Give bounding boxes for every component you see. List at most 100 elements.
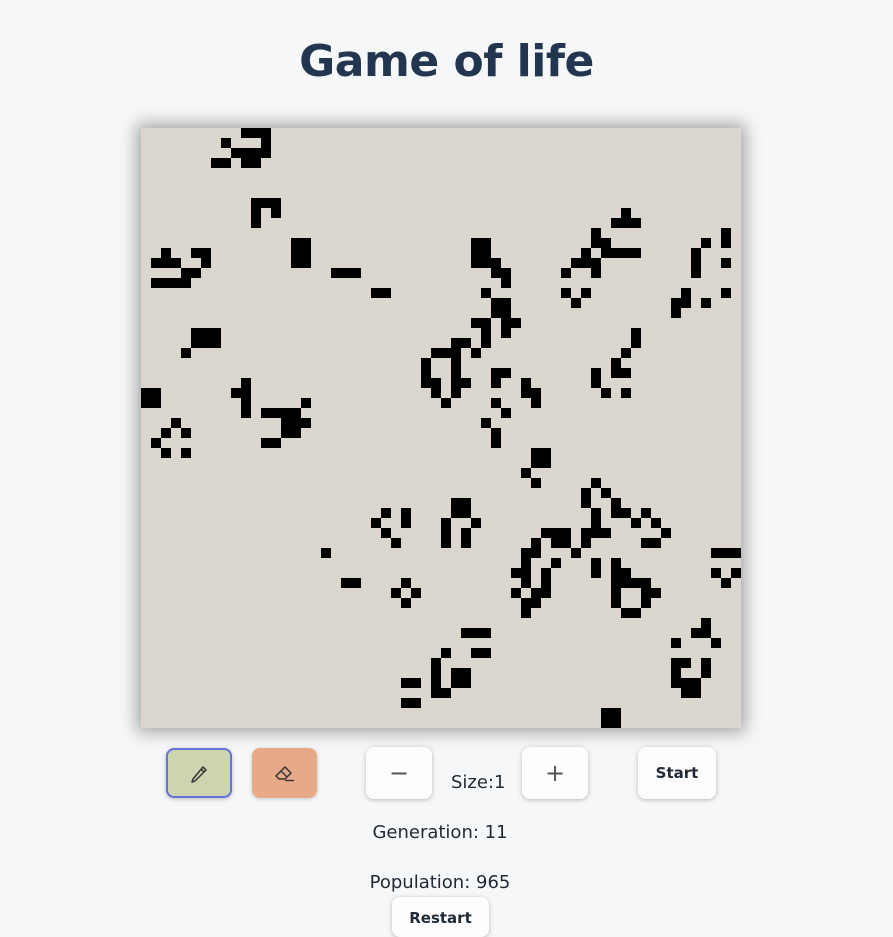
live-cell[interactable] [591, 528, 601, 538]
live-cell[interactable] [611, 248, 621, 258]
live-cell[interactable] [251, 128, 261, 138]
live-cell[interactable] [441, 398, 451, 408]
live-cell[interactable] [681, 688, 691, 698]
live-cell[interactable] [191, 338, 201, 348]
live-cell[interactable] [431, 378, 441, 388]
live-cell[interactable] [411, 678, 421, 688]
live-cell[interactable] [161, 448, 171, 458]
live-cell[interactable] [481, 418, 491, 428]
live-cell[interactable] [261, 128, 271, 138]
live-cell[interactable] [481, 338, 491, 348]
live-cell[interactable] [611, 508, 621, 518]
live-cell[interactable] [591, 568, 601, 578]
game-board[interactable] [141, 128, 741, 728]
live-cell[interactable] [451, 358, 461, 368]
live-cell[interactable] [421, 368, 431, 378]
live-cell[interactable] [501, 368, 511, 378]
live-cell[interactable] [511, 568, 521, 578]
live-cell[interactable] [271, 438, 281, 448]
live-cell[interactable] [381, 528, 391, 538]
live-cell[interactable] [451, 388, 461, 398]
live-cell[interactable] [631, 578, 641, 588]
live-cell[interactable] [681, 298, 691, 308]
live-cell[interactable] [151, 438, 161, 448]
live-cell[interactable] [521, 608, 531, 618]
live-cell[interactable] [551, 528, 561, 538]
live-cell[interactable] [401, 578, 411, 588]
restart-button[interactable]: Restart [392, 897, 489, 937]
live-cell[interactable] [561, 538, 571, 548]
live-cell[interactable] [211, 158, 221, 168]
live-cell[interactable] [231, 388, 241, 398]
live-cell[interactable] [151, 388, 161, 398]
live-cell[interactable] [471, 248, 481, 258]
live-cell[interactable] [271, 208, 281, 218]
live-cell[interactable] [291, 418, 301, 428]
live-cell[interactable] [441, 528, 451, 538]
live-cell[interactable] [541, 578, 551, 588]
live-cell[interactable] [191, 328, 201, 338]
live-cell[interactable] [241, 148, 251, 158]
live-cell[interactable] [731, 568, 741, 578]
live-cell[interactable] [641, 598, 651, 608]
pencil-tool-button[interactable] [166, 748, 232, 798]
live-cell[interactable] [171, 278, 181, 288]
live-cell[interactable] [521, 388, 531, 398]
live-cell[interactable] [141, 398, 151, 408]
live-cell[interactable] [571, 258, 581, 268]
live-cell[interactable] [701, 628, 711, 638]
live-cell[interactable] [481, 318, 491, 328]
live-cell[interactable] [641, 508, 651, 518]
live-cell[interactable] [621, 388, 631, 398]
live-cell[interactable] [161, 248, 171, 258]
live-cell[interactable] [261, 438, 271, 448]
live-cell[interactable] [481, 258, 491, 268]
live-cell[interactable] [481, 628, 491, 638]
live-cell[interactable] [241, 158, 251, 168]
live-cell[interactable] [401, 698, 411, 708]
live-cell[interactable] [591, 228, 601, 238]
live-cell[interactable] [711, 638, 721, 648]
live-cell[interactable] [701, 618, 711, 628]
live-cell[interactable] [521, 378, 531, 388]
live-cell[interactable] [151, 278, 161, 288]
live-cell[interactable] [501, 298, 511, 308]
live-cell[interactable] [531, 458, 541, 468]
live-cell[interactable] [181, 278, 191, 288]
live-cell[interactable] [391, 538, 401, 548]
live-cell[interactable] [241, 408, 251, 418]
live-cell[interactable] [441, 518, 451, 528]
live-cell[interactable] [461, 528, 471, 538]
live-cell[interactable] [541, 528, 551, 538]
live-cell[interactable] [451, 508, 461, 518]
live-cell[interactable] [151, 258, 161, 268]
live-cell[interactable] [721, 228, 731, 238]
live-cell[interactable] [641, 538, 651, 548]
live-cell[interactable] [621, 208, 631, 218]
live-cell[interactable] [601, 238, 611, 248]
live-cell[interactable] [601, 718, 611, 728]
live-cell[interactable] [251, 208, 261, 218]
live-cell[interactable] [241, 388, 251, 398]
live-cell[interactable] [491, 398, 501, 408]
live-cell[interactable] [241, 398, 251, 408]
live-cell[interactable] [571, 298, 581, 308]
live-cell[interactable] [301, 248, 311, 258]
live-cell[interactable] [511, 588, 521, 598]
live-cell[interactable] [471, 518, 481, 528]
live-cell[interactable] [601, 248, 611, 258]
live-cell[interactable] [721, 238, 731, 248]
live-cell[interactable] [471, 318, 481, 328]
live-cell[interactable] [631, 218, 641, 228]
live-cell[interactable] [591, 238, 601, 248]
live-cell[interactable] [721, 288, 731, 298]
live-cell[interactable] [211, 328, 221, 338]
live-cell[interactable] [471, 258, 481, 268]
live-cell[interactable] [711, 568, 721, 578]
live-cell[interactable] [261, 198, 271, 208]
live-cell[interactable] [551, 558, 561, 568]
live-cell[interactable] [531, 538, 541, 548]
live-cell[interactable] [611, 358, 621, 368]
live-cell[interactable] [611, 498, 621, 508]
live-cell[interactable] [271, 408, 281, 418]
